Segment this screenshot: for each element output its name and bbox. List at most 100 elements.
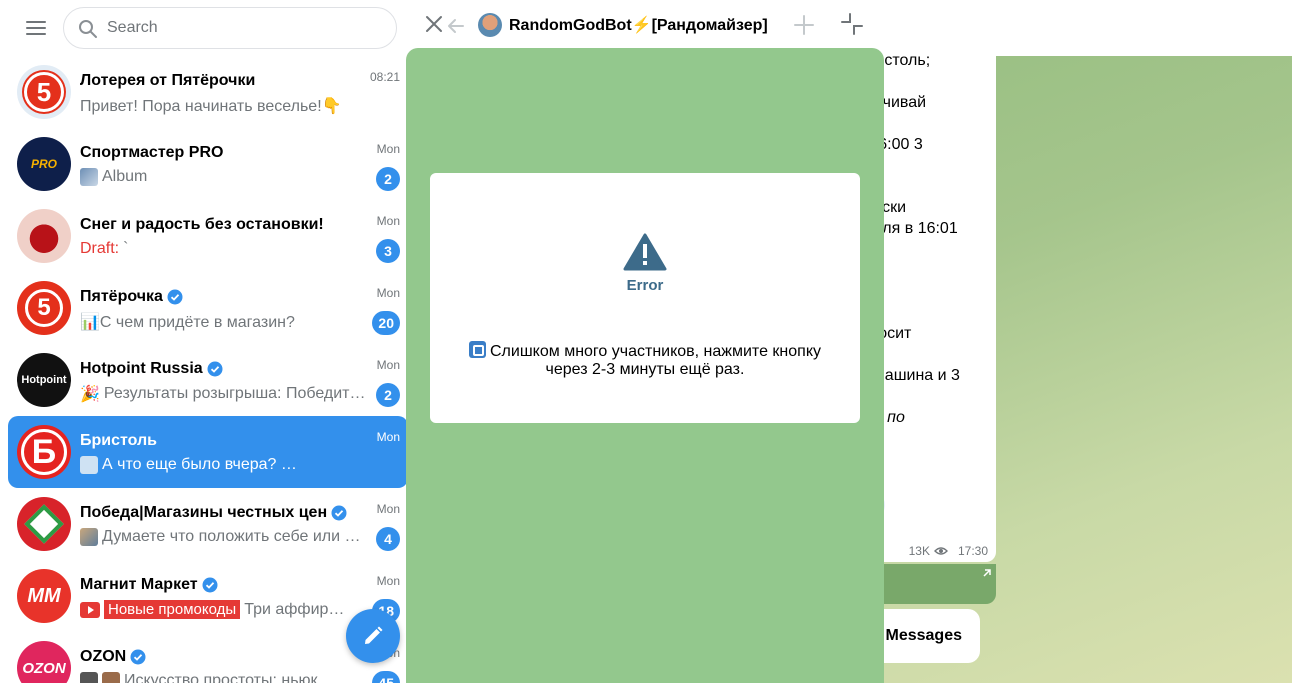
chat-title: Снег и радость без остановки!	[80, 216, 324, 233]
eye-icon	[933, 547, 948, 555]
avatar: Б	[17, 425, 71, 479]
new-message-button[interactable]	[346, 609, 400, 663]
chat-title: Hotpoint Russia	[80, 360, 223, 378]
search-icon	[79, 20, 97, 38]
chat-item[interactable]: 5 Пятёрочка Mon 📊С чем придёте в магазин…	[8, 272, 408, 344]
chat-preview: Привет! Пора начинать веселье!👇	[80, 98, 342, 115]
chat-preview: Album	[80, 168, 370, 186]
avatar-text: Hotpoint	[21, 374, 67, 386]
chat-preview: Draft: `	[80, 240, 129, 257]
back-arrow-icon[interactable]	[446, 16, 466, 36]
repeat-icon	[469, 341, 486, 358]
menu-icon	[26, 21, 46, 23]
chat-item[interactable]: Победа|Магазины честных цен Mon Думаете …	[8, 488, 408, 560]
chat-time: Mon	[376, 214, 400, 228]
verified-icon	[130, 649, 146, 665]
youtube-icon	[80, 601, 100, 618]
video-thumbnail	[80, 528, 98, 546]
pencil-icon	[365, 626, 383, 644]
sidebar: 5 Лотерея от Пятёрочки 08:21 Привет! Пор…	[0, 0, 416, 683]
chat-time: Mon	[376, 286, 400, 300]
menu-button[interactable]	[16, 14, 56, 42]
party-icon: 🎉	[80, 386, 100, 403]
chat-title: Магнит Маркет	[80, 576, 218, 594]
unread-badge: 2	[376, 383, 400, 407]
avatar: 5	[17, 281, 71, 335]
draft-label: Draft:	[80, 240, 120, 257]
avatar-text: OZON	[22, 659, 66, 677]
avatar: PRO	[17, 137, 71, 191]
open-arrow-icon	[983, 569, 991, 577]
plus-icon[interactable]	[792, 13, 816, 37]
chat-time: Mon	[376, 358, 400, 372]
collapse-icon[interactable]	[840, 12, 864, 36]
chat-item[interactable]: Снег и радость без остановки! Mon Draft:…	[8, 200, 408, 272]
chat-title: Спортмастер PRO	[80, 144, 224, 161]
chat-time: Mon	[376, 142, 400, 156]
chat-preview: 📊С чем придёте в магазин?	[80, 314, 295, 331]
avatar-text: 5	[25, 289, 63, 327]
verified-icon	[167, 289, 183, 305]
avatar-text: ММ	[27, 584, 61, 607]
verified-icon	[331, 505, 347, 521]
unread-badge: 20	[372, 311, 400, 335]
chat-time: Mon	[376, 574, 400, 588]
chat-preview: 🎉 Результаты розыгрыша: Победит…	[80, 385, 366, 403]
chat-time: Mon	[376, 430, 400, 444]
post-time: 17:30	[957, 544, 988, 558]
unread-badge: 2	[376, 167, 400, 191]
avatar	[17, 209, 71, 263]
photo-thumbnail	[102, 672, 120, 683]
photo-thumbnail	[80, 456, 98, 474]
search-input[interactable]	[107, 8, 387, 48]
avatar: OZON	[17, 641, 71, 683]
chat-item[interactable]: 5 Лотерея от Пятёрочки 08:21 Привет! Пор…	[8, 56, 408, 128]
avatar-text: Б	[21, 429, 67, 475]
verified-icon	[207, 361, 223, 377]
popup-header: RandomGodBot⚡[Рандомайзер]	[448, 0, 776, 48]
error-card: Error Слишком много участников, нажмите …	[430, 173, 860, 423]
chat-item-active[interactable]: Б Бристоль Mon А что еще было вчера? …	[8, 416, 408, 488]
chat-title: Пятёрочка	[80, 288, 183, 306]
pobeda-logo-icon	[24, 504, 64, 544]
chat-title: OZON	[80, 648, 146, 666]
chat-preview: Думаете что положить себе или …	[80, 528, 370, 546]
sidebar-topbar	[0, 0, 416, 56]
unread-badge: 4	[376, 527, 400, 551]
chat-item[interactable]: Hotpoint Hotpoint Russia Mon 🎉 Результат…	[8, 344, 408, 416]
chat-time: 08:21	[369, 70, 400, 84]
views-count: 13K	[908, 544, 930, 558]
messages-label: Messages	[885, 627, 963, 644]
avatar: ММ	[17, 569, 71, 623]
chat-title: Победа|Магазины честных цен	[80, 504, 347, 522]
album-thumbnail	[80, 168, 98, 186]
chat-item[interactable]: PRO Спортмастер PRO Mon Album 2	[8, 128, 408, 200]
chat-item[interactable]: ММ Магнит Маркет Mon Новые промокоды Три…	[8, 560, 408, 632]
avatar	[17, 497, 71, 551]
video-thumbnail	[80, 672, 98, 683]
error-warning-icon: Error	[623, 233, 667, 294]
search-box[interactable]	[63, 7, 397, 49]
avatar: Hotpoint	[17, 353, 71, 407]
error-message: Слишком много участников, нажмите кнопку…	[450, 341, 840, 379]
unread-badge: 3	[376, 239, 400, 263]
post-meta: 13K 17:30	[909, 544, 988, 558]
close-icon[interactable]	[422, 12, 446, 36]
popup-webview: Error Слишком много участников, нажмите …	[406, 48, 884, 683]
promo-tag: Новые промокоды	[104, 600, 241, 619]
unread-badge: 45	[372, 671, 400, 683]
avatar-text: 5	[24, 72, 64, 112]
chat-title: Лотерея от Пятёрочки	[80, 72, 256, 89]
avatar-text: PRO	[30, 157, 57, 171]
avatar: 5	[17, 65, 71, 119]
chat-title: Бристоль	[80, 432, 158, 449]
bot-popup: RandomGodBot⚡[Рандомайзер] Error Слишком…	[406, 0, 884, 683]
chat-preview: Искусство простоты: ньюк…	[80, 672, 370, 683]
chat-preview: А что еще было вчера? …	[80, 456, 370, 474]
verified-icon	[202, 577, 218, 593]
chat-time: Mon	[376, 502, 400, 516]
error-label: Error	[626, 277, 664, 294]
bot-avatar	[478, 13, 502, 37]
bot-name: RandomGodBot⚡[Рандомайзер]	[509, 17, 768, 34]
chat-preview: Новые промокоды Три аффир…	[80, 600, 370, 619]
